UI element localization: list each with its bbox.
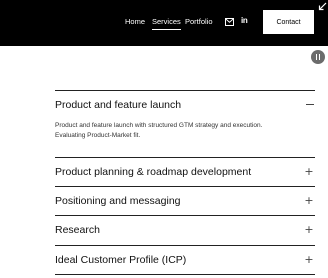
expand-plus-icon[interactable]: + [304,166,314,177]
accordion-item-title[interactable]: Product planning & roadmap development [55,166,251,179]
accordion-item-title[interactable]: Positioning and messaging [55,195,181,208]
accordion-divider [55,274,315,275]
accordion-item-title[interactable]: Research [55,224,100,237]
contact-button[interactable]: Contact [263,10,314,34]
expand-plus-icon[interactable]: + [304,195,314,206]
expand-plus-icon[interactable]: + [304,254,314,265]
accordion-divider [55,186,315,187]
accordion-divider [55,215,315,216]
accordion-item-title[interactable]: Product and feature launch [55,99,181,112]
pause-icon [315,54,318,60]
accordion-divider [55,157,315,158]
accordion-item-body: Product and feature launch with structur… [55,122,263,139]
mail-icon[interactable] [225,18,234,26]
accordion-item-title[interactable]: Ideal Customer Profile (ICP) [55,254,186,267]
expand-plus-icon[interactable]: + [304,224,314,235]
nav-link-portfolio[interactable]: Portfolio [185,17,213,27]
collapse-arrow-icon[interactable] [318,2,327,11]
accordion-divider [55,90,315,91]
collapse-minus-icon[interactable] [306,104,314,105]
accordion-divider [55,245,315,246]
pause-button[interactable] [311,50,325,64]
nav-link-services[interactable]: Services [152,17,181,30]
linkedin-icon[interactable]: in [241,16,248,25]
top-navigation-bar: Home Services Portfolio in Contact [0,0,328,46]
nav-link-home[interactable]: Home [125,17,145,27]
